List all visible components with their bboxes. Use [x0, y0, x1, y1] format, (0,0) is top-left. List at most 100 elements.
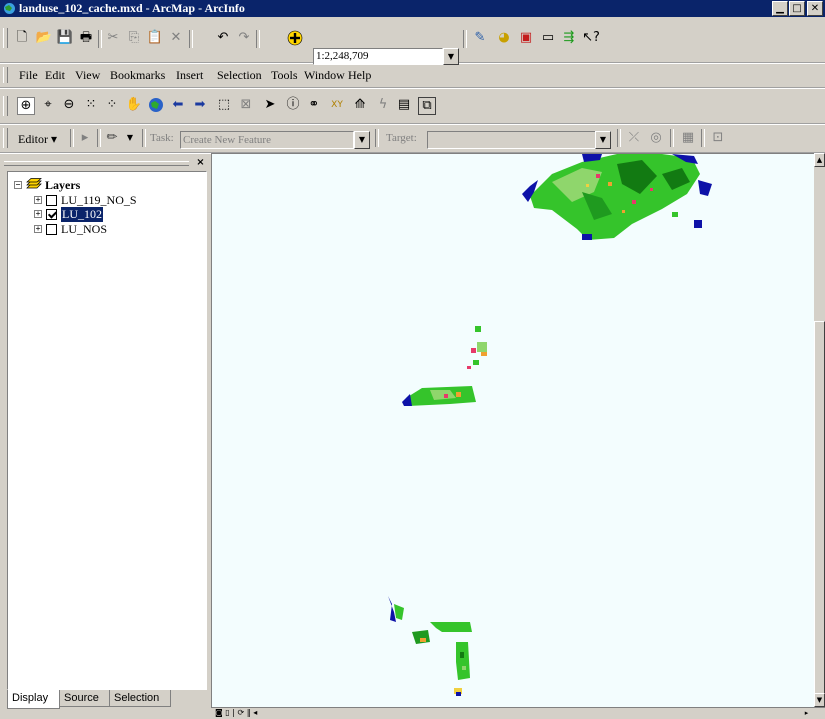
tab-source[interactable]: Source — [59, 690, 110, 707]
editor-toolbar-icon[interactable]: ✎ — [472, 30, 488, 46]
layer-row[interactable]: + LU_102 — [34, 206, 103, 222]
expand-icon[interactable]: + — [34, 210, 42, 218]
target-dropdown-button[interactable]: ▼ — [595, 131, 611, 149]
delete-icon[interactable]: ✕ — [168, 30, 184, 46]
layer-name[interactable]: LU_119_NO_S — [61, 193, 137, 208]
maximize-button[interactable]: □ — [789, 1, 805, 16]
menu-window[interactable]: Window — [304, 68, 345, 83]
sketch-properties-icon[interactable]: ⊡ — [710, 130, 726, 146]
hyperlink-icon[interactable]: ϟ — [375, 97, 391, 113]
select-elements-arrow-icon[interactable]: ➤ — [262, 97, 278, 113]
layout-view-buttons[interactable]: ◙ ▯ | ⟳ ‖ ◂ — [215, 708, 257, 718]
menu-edit[interactable]: Edit — [45, 68, 65, 83]
attributes-icon[interactable]: ▦ — [680, 130, 696, 146]
html-popup-icon[interactable]: ▤ — [396, 97, 412, 113]
layer-row[interactable]: + LU_NOS — [34, 222, 107, 236]
menu-grip[interactable] — [3, 67, 8, 83]
fixed-zoom-in-icon[interactable]: ⌖ — [40, 97, 56, 113]
modelbuilder-icon[interactable]: ⇶ — [561, 30, 577, 46]
toc-root-row[interactable]: − Layers — [14, 178, 80, 192]
tab-selection[interactable]: Selection — [109, 690, 171, 707]
previous-extent-icon[interactable]: ⬅ — [170, 97, 186, 113]
scroll-right-icon[interactable]: ▸ — [801, 708, 812, 718]
menu-view[interactable]: View — [75, 68, 100, 83]
copy-icon[interactable]: ⎘ — [126, 30, 142, 46]
menu-tools[interactable]: Tools — [271, 68, 298, 83]
layer-name[interactable]: LU_NOS — [61, 222, 107, 237]
pan-hand-icon[interactable]: ✋ — [126, 97, 142, 113]
undo-icon[interactable]: ↶ — [215, 30, 231, 46]
layer-visibility-checkbox[interactable] — [46, 223, 57, 235]
scroll-thumb[interactable] — [814, 321, 825, 701]
sketch-tool-pencil-icon[interactable]: ✏ — [104, 130, 120, 146]
whats-this-help-icon[interactable]: ↖? — [582, 30, 600, 46]
tab-display[interactable]: Display — [7, 690, 60, 709]
go-to-xy-icon[interactable]: XY — [329, 97, 345, 113]
separator — [142, 129, 146, 147]
add-data-icon[interactable] — [287, 30, 303, 46]
zoom-out-icon[interactable]: ⊖ — [61, 97, 77, 113]
map-vertical-scrollbar[interactable]: ▲ ▼ — [814, 153, 825, 707]
rotate-tool-icon[interactable]: ◎ — [648, 130, 664, 146]
expand-icon[interactable]: + — [34, 225, 42, 233]
landuse-parcel-cluster-north — [522, 154, 712, 240]
layer-name-selected[interactable]: LU_102 — [61, 206, 103, 222]
toolbar-grip[interactable] — [3, 28, 8, 48]
standard-toolbar: 🗋 📂 💾 🖶 ✂ ⎘ 📋 ✕ ↶ ↷ 1:2,248,709 ▼ ✎ ◕ ▣ … — [0, 18, 825, 65]
landuse-parcels-middle — [467, 326, 487, 369]
menu-bookmarks[interactable]: Bookmarks — [110, 68, 165, 83]
edit-tool-arrow-icon[interactable]: ▸ — [77, 130, 93, 146]
separator — [97, 129, 101, 147]
paste-icon[interactable]: 📋 — [147, 30, 163, 46]
layers-root-label: Layers — [45, 177, 81, 192]
arcmap-globe-icon — [4, 3, 15, 14]
select-features-icon[interactable]: ⬚ — [216, 97, 232, 113]
zoom-in-icon[interactable]: ⊕ — [17, 97, 35, 115]
redo-icon[interactable]: ↷ — [236, 30, 252, 46]
toolbar-grip[interactable] — [3, 128, 8, 148]
cut-icon[interactable]: ✂ — [105, 30, 121, 46]
arccatalog-icon[interactable]: ◕ — [496, 30, 512, 46]
layer-row[interactable]: + LU_119_NO_S — [34, 193, 137, 207]
toolbar-grip[interactable] — [3, 96, 8, 116]
map-bottom-bar: ◙ ▯ | ⟳ ‖ ◂ ▸ — [211, 707, 825, 719]
separator — [70, 129, 74, 147]
measure-icon[interactable]: ⟰ — [352, 97, 368, 113]
task-dropdown-button[interactable]: ▼ — [354, 131, 370, 149]
target-combo[interactable] — [427, 131, 611, 149]
fixed-zoom-out-arrows-icon[interactable]: ⁘ — [104, 97, 120, 113]
open-folder-icon[interactable]: 📂 — [36, 30, 52, 46]
find-binoculars-icon[interactable]: ⚭ — [306, 97, 322, 113]
toc-close-icon[interactable]: × — [195, 158, 206, 168]
print-icon[interactable]: 🖶 — [78, 30, 94, 46]
scroll-down-icon[interactable]: ▼ — [814, 693, 825, 707]
toc-dock-grip[interactable] — [4, 161, 189, 166]
minimize-button[interactable]: ▁ — [772, 1, 788, 16]
fixed-zoom-in-arrows-icon[interactable]: ⁙ — [83, 97, 99, 113]
menu-help[interactable]: Help — [348, 68, 371, 83]
collapse-icon[interactable]: − — [14, 181, 22, 189]
next-extent-icon[interactable]: ➡ — [192, 97, 208, 113]
sketch-tool-dropdown-icon[interactable]: ▼ — [122, 130, 138, 146]
menu-file[interactable]: File — [19, 68, 38, 83]
separator — [701, 129, 705, 147]
new-document-icon[interactable]: 🗋 — [14, 30, 30, 46]
editor-menu[interactable]: Editor ▾ — [18, 132, 57, 147]
arctoolbox-icon[interactable]: ▣ — [518, 30, 534, 46]
layer-visibility-checkbox[interactable] — [46, 208, 57, 220]
command-line-icon[interactable]: ▭ — [540, 30, 556, 46]
menu-selection[interactable]: Selection — [217, 68, 262, 83]
full-extent-globe-icon[interactable] — [148, 97, 164, 113]
split-tool-icon[interactable]: ⤫ — [626, 130, 642, 146]
identify-icon[interactable]: ⓘ — [285, 97, 301, 113]
save-icon[interactable]: 💾 — [57, 30, 73, 46]
map-display[interactable] — [211, 153, 815, 708]
task-combo[interactable]: Create New Feature — [180, 131, 354, 149]
clear-selection-icon[interactable]: ⊠ — [238, 97, 254, 113]
close-button[interactable]: ✕ — [807, 1, 823, 16]
create-viewer-window-icon[interactable]: ⧉ — [418, 97, 436, 115]
layer-visibility-checkbox[interactable] — [46, 194, 57, 206]
expand-icon[interactable]: + — [34, 196, 42, 204]
menu-insert[interactable]: Insert — [176, 68, 203, 83]
scroll-up-icon[interactable]: ▲ — [814, 153, 825, 167]
